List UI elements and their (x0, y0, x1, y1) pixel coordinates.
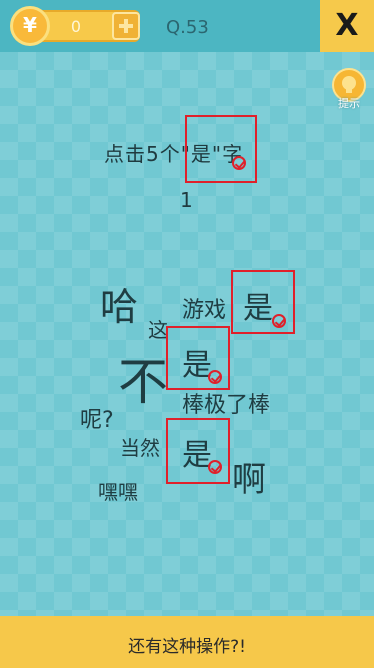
word-bangjilebang: 棒极了棒 (182, 393, 271, 418)
word-ha: 哈 (100, 285, 139, 329)
top-bar: 0 ¥ Q.53 X (0, 0, 374, 52)
coin-count: 0 (70, 17, 82, 36)
word-bu[interactable]: 不 (118, 342, 168, 414)
word-heihei: 嘿嘿 (98, 480, 138, 504)
check-icon (208, 370, 222, 384)
check-icon (272, 314, 286, 328)
word-dangran: 当然 (120, 436, 160, 460)
coin-icon: ¥ (10, 6, 50, 46)
bottom-caption: 还有这种操作?! (128, 637, 246, 657)
add-coins-button[interactable] (112, 12, 140, 40)
found-box-question[interactable] (185, 115, 257, 183)
found-box-3[interactable] (166, 418, 230, 484)
word-ne: 呢? (80, 408, 114, 433)
close-button[interactable]: X (320, 0, 374, 52)
found-box-1[interactable] (231, 270, 295, 334)
word-zhe: 这 (148, 318, 168, 342)
lightbulb-icon (342, 76, 356, 93)
question-counter: 1 (180, 188, 193, 212)
level-number: Q.53 (166, 17, 209, 38)
hint-label: 提示 (338, 97, 360, 110)
check-icon (208, 460, 222, 474)
word-youxi: 游戏 (182, 298, 227, 323)
check-icon (232, 156, 246, 170)
plus-icon (119, 19, 133, 33)
word-a[interactable]: 啊 (232, 452, 266, 501)
